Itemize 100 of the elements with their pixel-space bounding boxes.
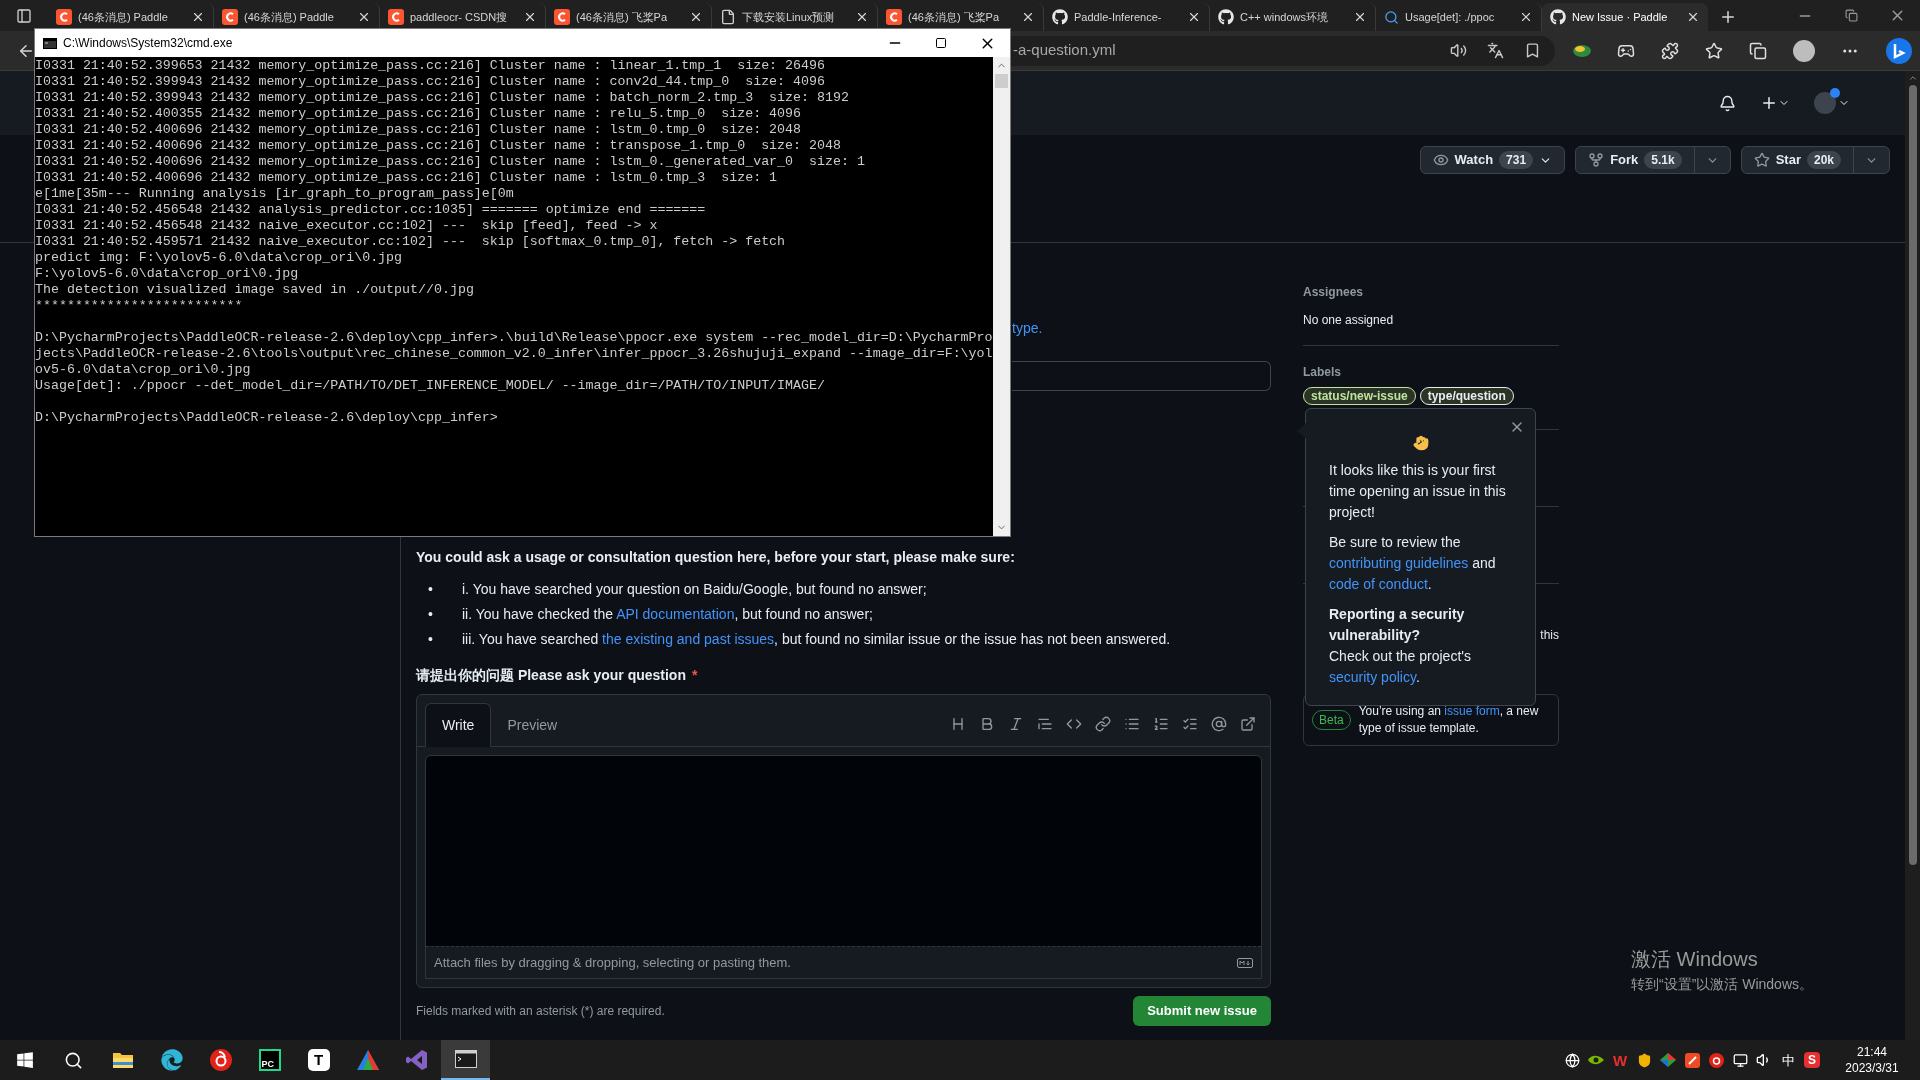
bulleted-list-icon[interactable] — [1124, 716, 1140, 732]
extensions-icon[interactable] — [1661, 41, 1679, 60]
close-icon[interactable] — [689, 10, 703, 24]
bullet: • — [427, 630, 434, 649]
text-link[interactable]: security policy — [1329, 669, 1416, 685]
clock[interactable]: 21:44 2023/3/31 — [1832, 1044, 1912, 1076]
bell-icon[interactable] — [1719, 94, 1736, 112]
italic-icon[interactable] — [1008, 716, 1024, 732]
repo-action-button[interactable]: Watch 731 — [1420, 147, 1565, 173]
scroll-thumb[interactable] — [1908, 85, 1917, 865]
close-icon[interactable] — [1021, 10, 1035, 24]
translate-icon[interactable] — [1487, 42, 1504, 59]
shield-icon — [1636, 1052, 1652, 1068]
required-note: Fields marked with an asterisk (*) are required. — [416, 1003, 665, 1020]
maximize-icon[interactable] — [935, 37, 947, 49]
logo-icon — [1550, 9, 1566, 25]
text-link[interactable]: type. — [1012, 318, 1043, 339]
close-icon[interactable] — [1686, 10, 1700, 24]
terminal-icon — [454, 1050, 477, 1068]
markdown-icon — [1237, 957, 1253, 968]
console-line: I0331 21:40:52.400696 21432 memory_optimize_pass.cc:216] Cluster name : lstm_0.tmp_3 size: 1 — [35, 170, 778, 186]
tab-title: New Issue · Paddle — [1572, 9, 1669, 25]
heading-icon[interactable] — [950, 716, 966, 732]
submit-button[interactable]: Submit new issue — [1133, 996, 1271, 1026]
logo-icon — [1052, 9, 1068, 25]
label-tag: status/new-issue — [1303, 387, 1416, 405]
link-icon[interactable] — [1095, 716, 1111, 732]
tab-title: C++ windows环境 — [1240, 9, 1330, 25]
profile-avatar[interactable] — [1793, 39, 1815, 62]
assignees-value: No one assigned — [1303, 312, 1395, 329]
speaker-icon[interactable] — [1450, 42, 1467, 59]
quote-icon[interactable] — [1037, 716, 1053, 732]
favorites-icon[interactable] — [1705, 41, 1723, 60]
popover-text: Check out the project's security policy. — [1329, 647, 1472, 687]
field-label: 请提出你的问题 Please ask your question — [416, 666, 686, 685]
text-link[interactable]: contributing guidelines — [1329, 555, 1469, 571]
scroll-up-icon[interactable] — [1907, 73, 1918, 83]
counter-badge: 5.1k — [1644, 151, 1682, 169]
plus-icon[interactable] — [1760, 94, 1778, 112]
close-icon[interactable] — [855, 10, 869, 24]
section-heading: Labels — [1303, 364, 1342, 381]
reference-icon[interactable] — [1240, 716, 1256, 732]
tab-actions-icon[interactable] — [16, 7, 32, 24]
new-tab-icon[interactable] — [1719, 8, 1737, 26]
address-field[interactable]: -a-question.yml — [1011, 35, 1555, 66]
console-line: I0331 21:40:52.399943 21432 memory_optimize_pass.cc:216] Cluster name : batch_norm_2.tmp_3 size: 8192 — [35, 90, 849, 106]
app-square-icon — [1684, 1052, 1700, 1068]
editor-tab[interactable]: Write — [425, 703, 492, 747]
checklist-text: ii. You have checked the API documentation, but found no answer; — [461, 605, 873, 624]
browser-tab[interactable]: New Issue · Paddle — [1542, 3, 1708, 31]
eye-logo-icon — [1588, 1054, 1604, 1066]
tab-title: paddleocr- CSDN搜 — [410, 9, 509, 25]
globe-icon — [1564, 1052, 1580, 1068]
input-method-indicator[interactable]: 中 — [1781, 1053, 1795, 1067]
editor-tab[interactable]: Preview — [491, 703, 574, 747]
scroll-thumb[interactable] — [995, 74, 1008, 88]
tab-title: 下载安装Linux预测 — [742, 9, 836, 25]
console-line: ov5-6.0\data\crop_ori\0.jpg — [35, 362, 251, 378]
counter-badge: 20k — [1806, 151, 1841, 169]
close-icon[interactable] — [1187, 10, 1201, 24]
tab-title: Usage[det]: ./ppoc — [1405, 9, 1496, 25]
taskbar-button[interactable]: PC — [245, 1040, 294, 1080]
letter-logo-icon — [388, 9, 404, 25]
page-icon — [720, 9, 736, 25]
tray-logo: W — [1612, 1052, 1628, 1068]
chat-bubble-icon[interactable] — [1885, 36, 1913, 65]
orb-icon[interactable] — [1573, 43, 1591, 58]
popover-title: Reporting a security vulnerability? — [1329, 605, 1466, 645]
console-line: I0331 21:40:52.456548 21432 analysis_predictor.cc:1035] ======= optimize end ======= — [35, 202, 706, 218]
circle-logo-icon — [1708, 1052, 1724, 1068]
console-scrollbar[interactable] — [993, 57, 1010, 536]
close-icon[interactable] — [357, 10, 371, 24]
editor-field[interactable]: Attach files by dragging & dropping, selecting or pasting them. — [425, 755, 1262, 979]
code-icon[interactable] — [1066, 716, 1082, 732]
text-link[interactable]: issue form — [1444, 704, 1500, 718]
app-logo: T — [307, 1049, 330, 1071]
bold-icon[interactable] — [979, 716, 995, 732]
close-icon[interactable] — [1519, 10, 1533, 24]
bookmark-icon[interactable] — [1524, 42, 1541, 59]
console-icon — [43, 37, 57, 49]
page-scrollbar[interactable] — [1905, 71, 1920, 1040]
circle-logo-icon — [209, 1049, 232, 1071]
popover-text: Be sure to review the contributing guidelines and code of conduct. — [1329, 533, 1497, 594]
text-link[interactable]: code of conduct — [1329, 576, 1428, 592]
collections-icon[interactable] — [1749, 41, 1767, 60]
numbered-list-icon[interactable] — [1153, 716, 1169, 732]
close-icon[interactable] — [191, 10, 205, 24]
counter-badge: 731 — [1499, 151, 1534, 169]
task-list-icon[interactable] — [1182, 716, 1198, 732]
monitor-icon — [1732, 1052, 1748, 1068]
text-input[interactable] — [1012, 361, 1271, 391]
bullet: • — [427, 580, 434, 599]
close-icon[interactable] — [1353, 10, 1367, 24]
console-line: ************************** — [35, 298, 243, 314]
letter-logo-icon — [886, 9, 902, 25]
restore-icon[interactable] — [1844, 9, 1858, 22]
mention-icon[interactable] — [1211, 716, 1227, 732]
taskbar-button[interactable] — [441, 1040, 490, 1080]
taskbar-button[interactable]: T — [294, 1040, 343, 1080]
close-icon[interactable] — [523, 10, 537, 24]
